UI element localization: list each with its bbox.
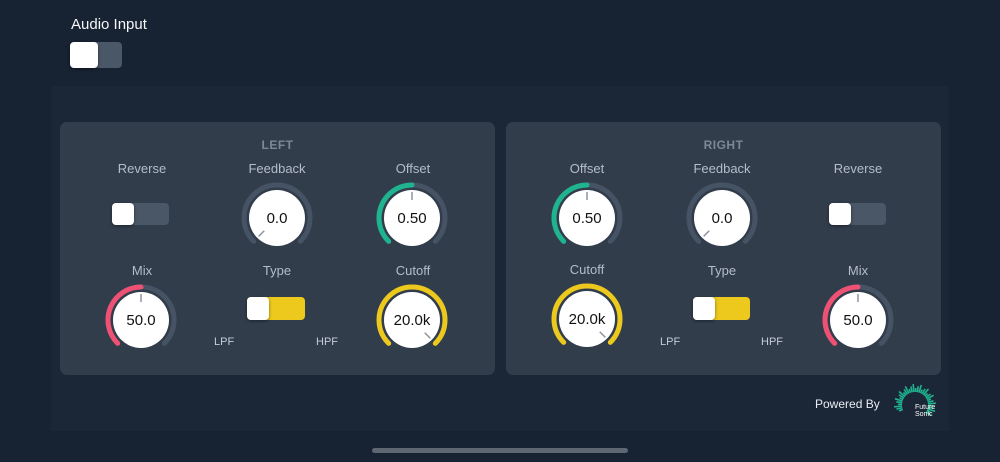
left-channel-panel: LEFT Reverse Feedback 0.0 Offset 0.50 Mi… [60, 122, 495, 375]
toggle-thumb[interactable] [112, 203, 134, 225]
logo-ray [896, 407, 903, 410]
logo-ray [916, 386, 920, 393]
left-feedback-label: Feedback [248, 161, 306, 176]
right-panel-title: RIGHT [703, 138, 744, 152]
right-hpf-label: HPF [761, 336, 783, 348]
audio-input-label: Audio Input [71, 16, 147, 33]
right-mix-label: Mix [847, 263, 869, 278]
right-reverse-label: Reverse [833, 161, 883, 176]
left-mix-knob[interactable]: 50.0 [105, 284, 177, 356]
toggle-thumb[interactable] [829, 203, 851, 225]
right-channel-panel: RIGHT Offset 0.50 Feedback 0.0 Reverse C… [506, 122, 941, 375]
left-feedback-value: 0.0 [266, 209, 288, 227]
logo-ray [896, 400, 903, 404]
left-offset-value: 0.50 [397, 209, 427, 227]
home-indicator [372, 448, 628, 453]
logo-ray [912, 384, 915, 393]
left-feedback-knob[interactable]: 0.0 [241, 182, 313, 254]
left-offset-knob[interactable]: 0.50 [376, 182, 448, 254]
left-hpf-label: HPF [316, 336, 338, 348]
right-feedback-label: Feedback [693, 161, 751, 176]
right-offset-knob[interactable]: 0.50 [551, 182, 623, 254]
right-feedback-knob[interactable]: 0.0 [686, 182, 758, 254]
left-reverse-label: Reverse [117, 161, 167, 176]
future-sonic-logo: Future Sonic [893, 383, 941, 432]
right-cutoff-value: 20.0k [568, 310, 606, 328]
left-lpf-label: LPF [214, 336, 235, 348]
left-mix-value: 50.0 [126, 311, 156, 329]
future-sonic-logo-icon: Future Sonic [894, 384, 936, 418]
audio-input-toggle[interactable] [70, 42, 122, 68]
logo-ray [927, 400, 934, 403]
left-panel-title: LEFT [261, 138, 294, 152]
left-cutoff-value: 20.0k [393, 311, 431, 329]
left-offset-label: Offset [395, 161, 431, 176]
logo-ray [894, 405, 903, 408]
right-feedback-value: 0.0 [711, 209, 733, 227]
left-type-toggle[interactable] [247, 297, 305, 320]
left-cutoff-knob[interactable]: 20.0k [376, 284, 448, 356]
right-offset-value: 0.50 [572, 209, 602, 227]
left-type-label: Type [262, 263, 292, 278]
powered-by-label: Powered By [815, 397, 880, 411]
logo-ray [898, 408, 904, 412]
left-cutoff-label: Cutoff [395, 263, 431, 278]
toggle-thumb[interactable] [70, 42, 98, 68]
right-reverse-toggle[interactable] [829, 203, 886, 225]
right-cutoff-knob[interactable]: 20.0k [551, 283, 623, 355]
toggle-thumb[interactable] [247, 297, 269, 320]
logo-ray [926, 398, 932, 402]
right-lpf-label: LPF [660, 336, 681, 348]
logo-text-future: Future [915, 404, 935, 411]
right-type-toggle[interactable] [693, 297, 750, 320]
right-type-label: Type [707, 263, 737, 278]
logo-text-sonic: Sonic [915, 411, 933, 418]
right-mix-value: 50.0 [843, 311, 873, 329]
right-offset-label: Offset [569, 161, 605, 176]
logo-ray [910, 386, 913, 393]
toggle-thumb[interactable] [693, 297, 715, 320]
left-reverse-toggle[interactable] [112, 203, 169, 225]
right-mix-knob[interactable]: 50.0 [822, 284, 894, 356]
right-cutoff-label: Cutoff [569, 262, 605, 277]
logo-ray [908, 388, 912, 394]
left-mix-label: Mix [131, 263, 153, 278]
